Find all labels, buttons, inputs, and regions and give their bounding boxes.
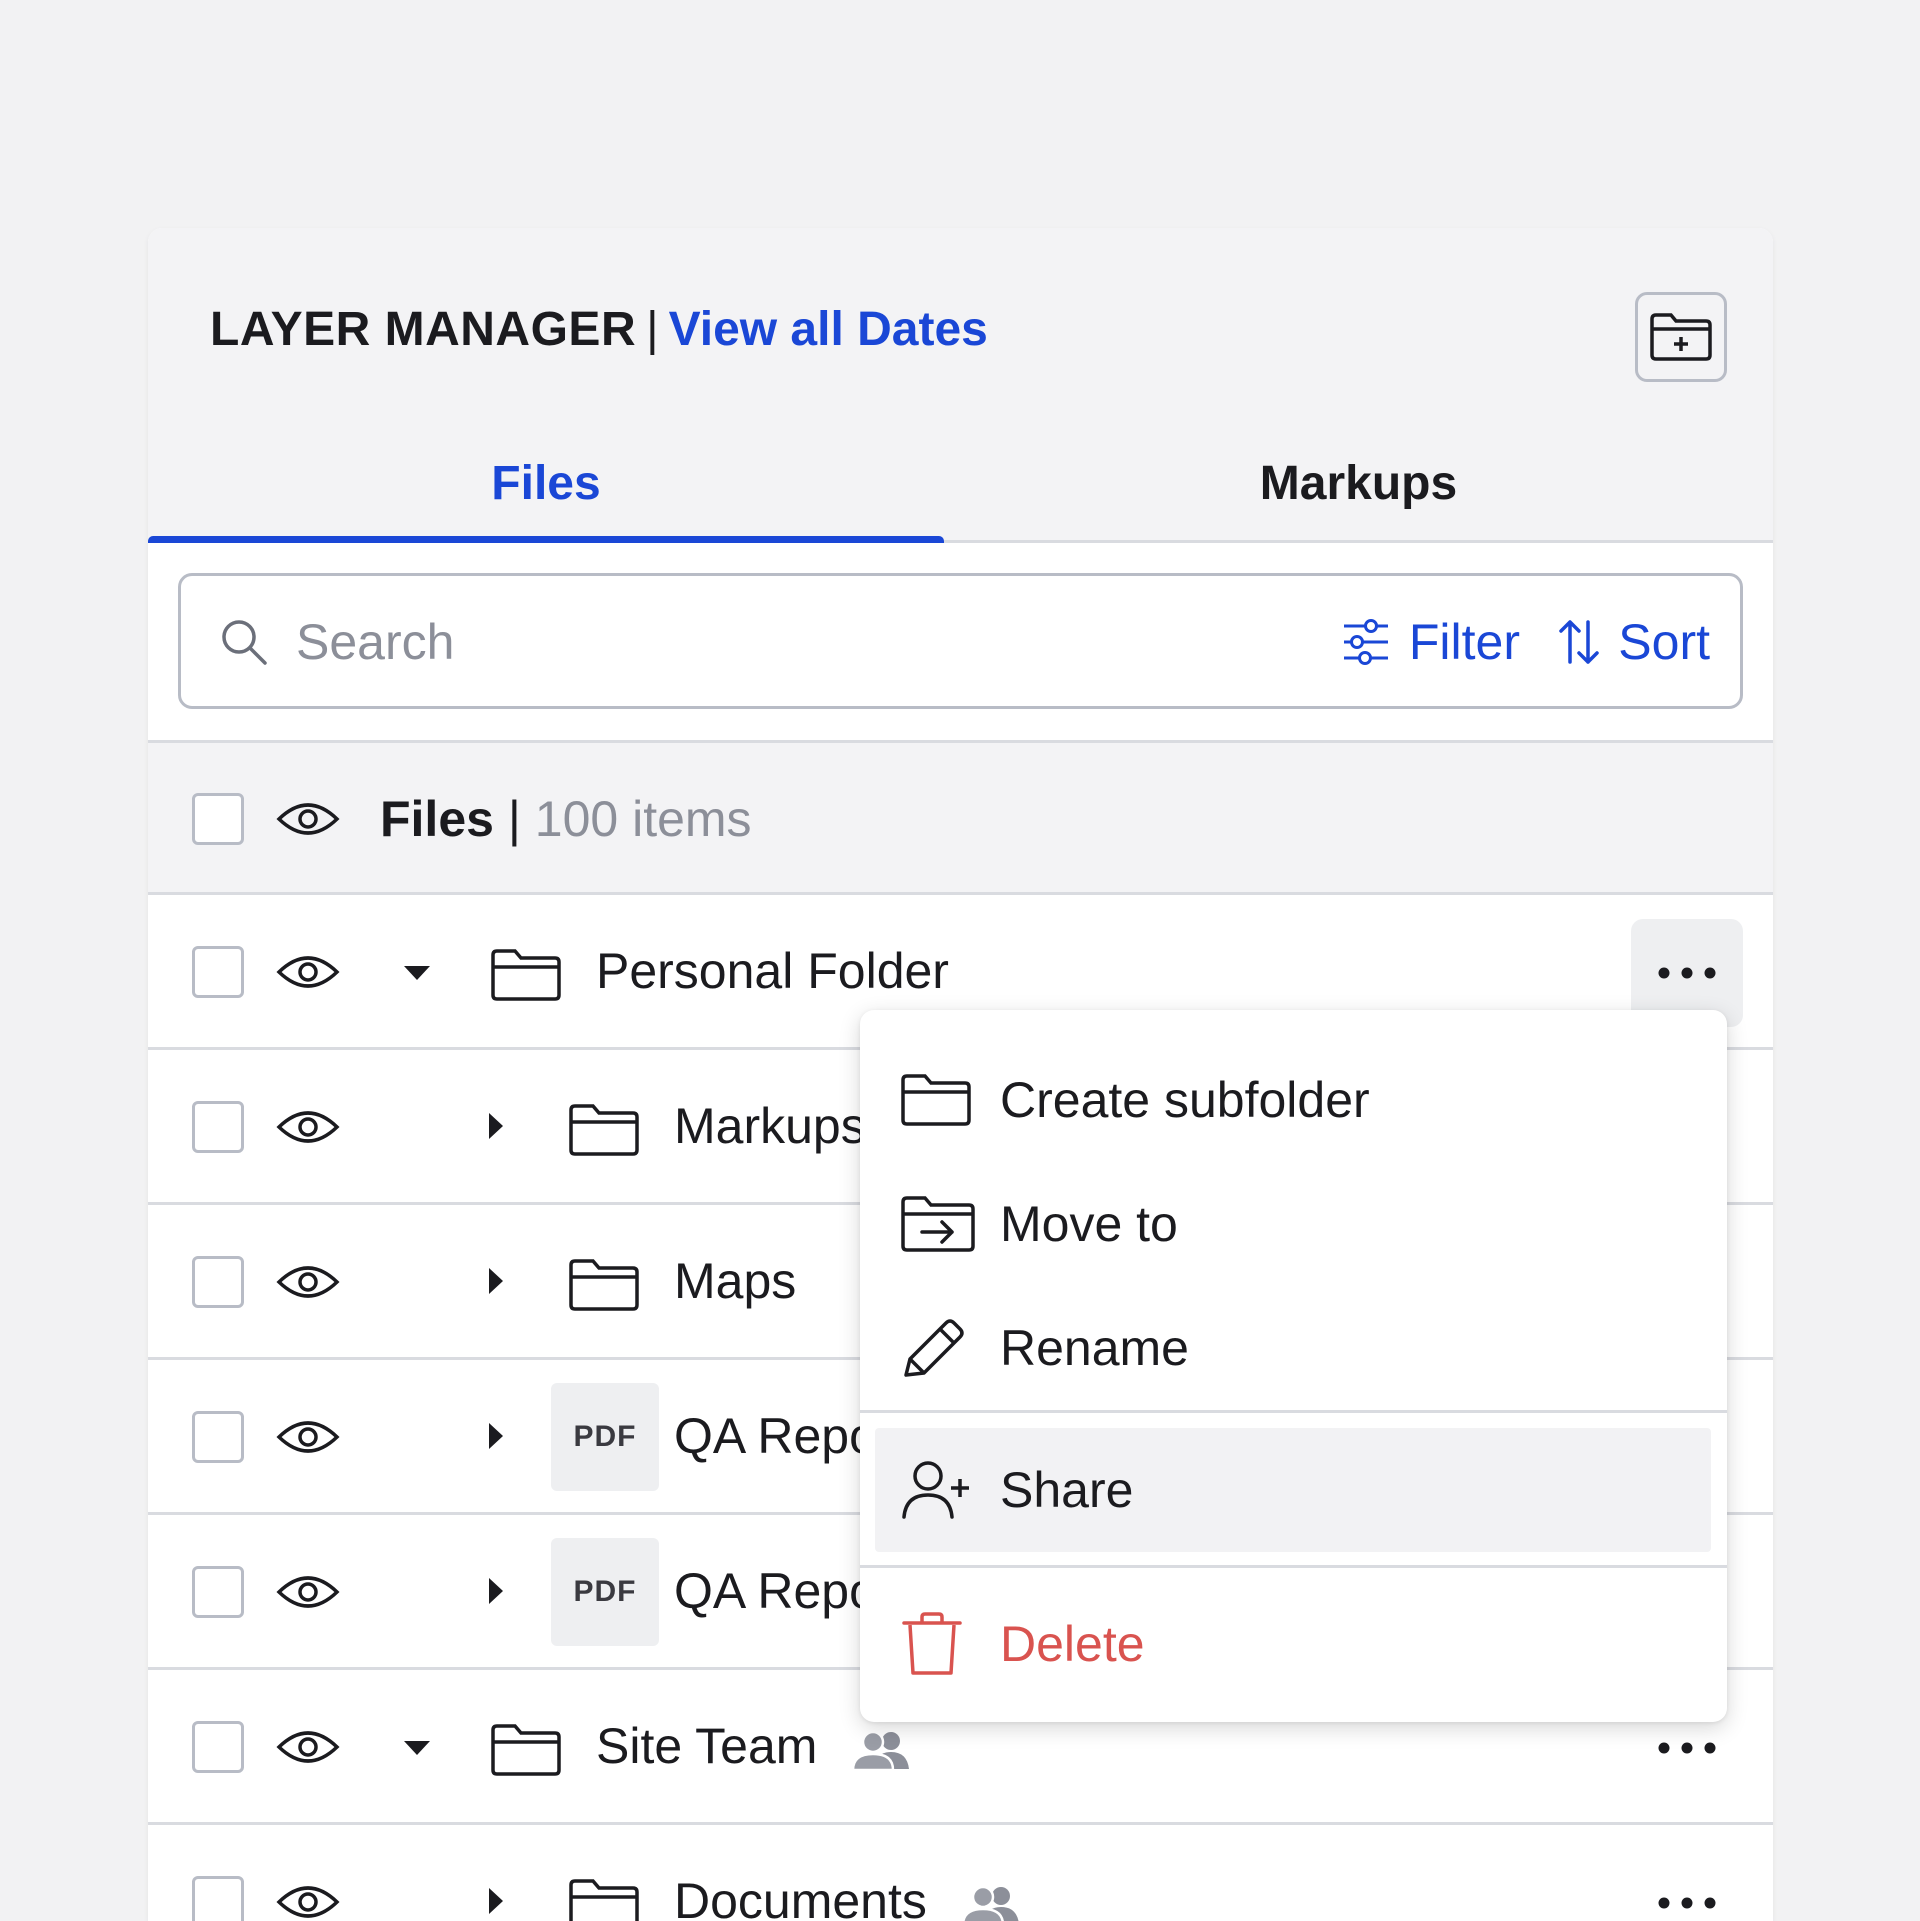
context-menu: Create subfolder Move to Rename Share De… [860, 1010, 1727, 1722]
tab-bar: Files Markups [148, 423, 1773, 546]
sort-label: Sort [1618, 614, 1710, 670]
row-checkbox[interactable] [192, 1101, 244, 1153]
row-checkbox[interactable] [192, 1411, 244, 1463]
filter-button[interactable]: Filter [1341, 612, 1520, 672]
tab-markups-label: Markups [1259, 456, 1458, 510]
sort-button[interactable]: Sort [1558, 612, 1710, 672]
menu-divider [860, 1565, 1727, 1568]
item-count: 100 items [534, 791, 752, 847]
row-label: QA Repo [674, 1408, 877, 1464]
eye-icon[interactable] [276, 951, 340, 993]
search-icon [222, 620, 267, 665]
eye-icon[interactable] [276, 1106, 340, 1148]
row-checkbox[interactable] [192, 1876, 244, 1921]
menu-item-delete[interactable]: Delete [860, 1582, 1727, 1706]
view-all-dates-link[interactable]: View all Dates [669, 303, 988, 356]
eye-icon[interactable] [276, 1881, 340, 1921]
panel-title: LAYER MANAGER | View all Dates [210, 300, 988, 360]
menu-item-create-subfolder[interactable]: Create subfolder [860, 1038, 1727, 1162]
caret-right-icon[interactable] [488, 1422, 504, 1450]
list-header-separator: | [507, 791, 521, 847]
more-options-button[interactable] [1631, 1849, 1743, 1921]
list-header-label: Files | 100 items [380, 789, 752, 849]
more-horizontal-icon [1658, 1897, 1716, 1909]
search-area: Search Filter Sort [148, 543, 1773, 743]
shared-users-icon [961, 1885, 1019, 1921]
search-input[interactable]: Search [296, 614, 454, 670]
title-separator: | [646, 303, 659, 356]
row-checkbox[interactable] [192, 1721, 244, 1773]
caret-down-icon[interactable] [403, 965, 431, 981]
add-folder-button[interactable] [1635, 292, 1727, 382]
eye-icon[interactable] [276, 1571, 340, 1613]
row-checkbox[interactable] [192, 946, 244, 998]
more-horizontal-icon [1658, 1742, 1716, 1754]
tab-markups[interactable]: Markups [944, 423, 1773, 543]
more-horizontal-icon [1658, 967, 1716, 979]
caret-right-icon[interactable] [488, 1577, 504, 1605]
row-label-wrap: Site Team [596, 1715, 913, 1777]
list-header: Files | 100 items [148, 743, 1773, 895]
row-label: Personal Folder [596, 943, 949, 999]
eye-icon[interactable] [276, 798, 340, 840]
sort-arrows-icon [1559, 620, 1600, 664]
select-all-checkbox[interactable] [192, 793, 244, 845]
pdf-thumbnail: PDF [551, 1538, 659, 1646]
row-label-wrap: Documents [674, 1870, 1023, 1921]
caret-right-icon[interactable] [488, 1267, 504, 1295]
row-label: Maps [674, 1253, 797, 1309]
folder-icon [491, 949, 561, 1001]
caret-right-icon[interactable] [488, 1112, 504, 1140]
menu-divider [860, 1410, 1727, 1413]
folder-plus-icon [1650, 313, 1712, 361]
menu-item-share[interactable]: Share [875, 1428, 1711, 1552]
menu-item-label: Delete [1000, 1616, 1145, 1672]
menu-item-label: Move to [1000, 1196, 1178, 1252]
list-header-title: Files [380, 791, 494, 847]
eye-icon[interactable] [276, 1261, 340, 1303]
sliders-icon [1343, 619, 1388, 665]
folder-icon [901, 1074, 971, 1126]
row-label: Site Team [596, 1718, 818, 1774]
caret-right-icon[interactable] [488, 1887, 504, 1915]
folder-move-icon [901, 1196, 975, 1252]
tab-files[interactable]: Files [148, 423, 944, 543]
menu-item-move-to[interactable]: Move to [860, 1162, 1727, 1286]
eye-icon[interactable] [276, 1726, 340, 1768]
folder-icon [491, 1724, 561, 1776]
file-row-documents[interactable]: Documents [148, 1825, 1773, 1921]
caret-down-icon[interactable] [403, 1740, 431, 1756]
pdf-thumbnail: PDF [551, 1383, 659, 1491]
user-plus-icon [902, 1461, 969, 1519]
row-label: Markups [674, 1098, 866, 1154]
menu-item-label: Rename [1000, 1320, 1189, 1376]
menu-item-label: Share [1000, 1462, 1134, 1518]
folder-icon [569, 1104, 639, 1156]
shared-users-icon [852, 1730, 910, 1771]
pencil-icon [904, 1319, 964, 1377]
row-checkbox[interactable] [192, 1256, 244, 1308]
search-box[interactable]: Search Filter Sort [178, 573, 1743, 709]
tab-files-label: Files [491, 456, 601, 510]
row-label: QA Repo [674, 1563, 877, 1619]
row-label: Documents [674, 1873, 927, 1921]
panel-header: LAYER MANAGER | View all Dates Files Marku… [148, 228, 1773, 546]
eye-icon[interactable] [276, 1416, 340, 1458]
folder-icon [569, 1259, 639, 1311]
title-text: LAYER MANAGER [210, 303, 637, 356]
menu-item-label: Create subfolder [1000, 1072, 1370, 1128]
row-checkbox[interactable] [192, 1566, 244, 1618]
folder-icon [569, 1879, 639, 1921]
filter-label: Filter [1408, 614, 1520, 670]
menu-item-rename[interactable]: Rename [860, 1286, 1727, 1410]
trash-icon [902, 1612, 962, 1675]
